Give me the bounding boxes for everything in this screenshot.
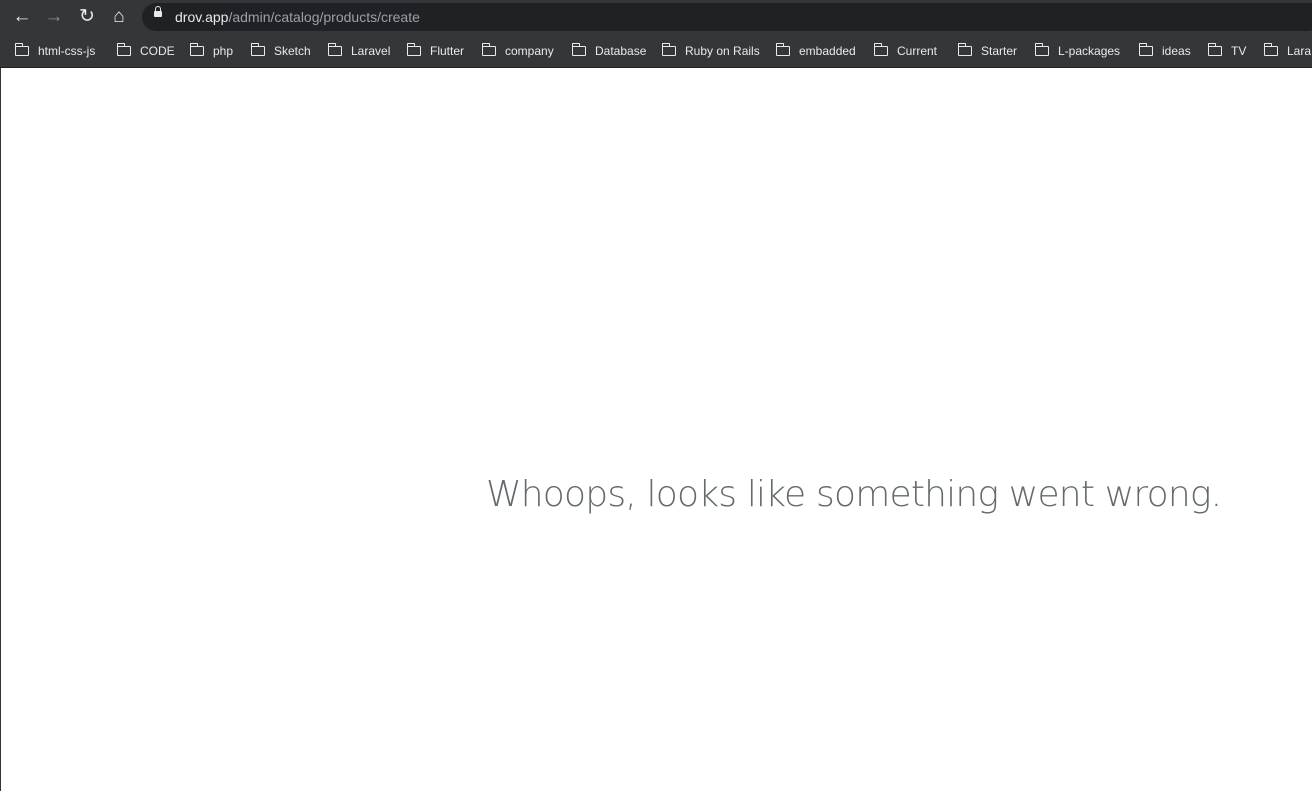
folder-icon (1139, 43, 1153, 56)
bookmark-label: Lara (1287, 44, 1312, 58)
bookmark-label: Sketch (274, 44, 311, 58)
bookmark-label: Laravel (351, 44, 391, 58)
bookmark-label: ideas (1162, 44, 1191, 58)
bookmark-folder[interactable]: Starter (958, 42, 1017, 60)
back-button[interactable]: ← (10, 6, 34, 28)
bookmark-label: Ruby on Rails (685, 44, 760, 58)
bookmark-folder[interactable]: php (190, 42, 233, 60)
folder-icon (482, 43, 496, 56)
lock-icon (154, 6, 162, 17)
folder-icon (15, 43, 29, 56)
bookmark-label: TV (1231, 44, 1247, 58)
url-text[interactable]: drov.app/admin/catalog/products/create (175, 9, 420, 25)
folder-icon (328, 43, 342, 56)
bookmark-folder[interactable]: html-css-js (15, 42, 95, 60)
bookmark-label: Current (897, 44, 938, 58)
address-bar[interactable]: drov.app/admin/catalog/products/create (142, 3, 1312, 31)
bookmark-folder[interactable]: ideas (1139, 42, 1191, 60)
folder-icon (407, 43, 421, 56)
bookmark-folder[interactable]: embadded (776, 42, 856, 60)
bookmark-folder[interactable]: Laravel (328, 42, 390, 60)
window-edge (0, 68, 1, 791)
folder-icon (190, 43, 204, 56)
bookmark-label: Starter (981, 44, 1018, 58)
folder-icon (1264, 43, 1278, 56)
bookmark-folder[interactable]: Flutter (407, 42, 464, 60)
bookmark-folder[interactable]: L-packages (1035, 42, 1120, 60)
bookmark-folder[interactable]: CODE (117, 42, 175, 60)
folder-icon (117, 43, 131, 56)
home-button[interactable]: ⌂ (107, 6, 131, 28)
folder-icon (958, 43, 972, 56)
bookmark-folder[interactable]: TV (1208, 42, 1246, 60)
bookmark-label: L-packages (1058, 44, 1121, 58)
reload-button[interactable]: ↻ (75, 6, 99, 28)
forward-button[interactable]: → (42, 6, 66, 28)
bookmark-label: company (505, 44, 554, 58)
bookmark-folder[interactable]: Current (874, 42, 937, 60)
bookmark-label: embadded (799, 44, 856, 58)
bookmark-label: html-css-js (38, 44, 96, 58)
bookmarks-bar: html-css-js CODE php Sketch Laravel Flut… (0, 35, 1312, 68)
bookmark-folder[interactable]: Sketch (251, 42, 311, 60)
browser-toolbar: ← → ↻ ⌂ drov.app/admin/catalog/products/… (0, 0, 1312, 35)
folder-icon (662, 43, 676, 56)
folder-icon (874, 43, 888, 56)
folder-icon (1208, 43, 1222, 56)
folder-icon (251, 43, 265, 56)
bookmark-folder[interactable]: Ruby on Rails (662, 42, 760, 60)
url-host: drov.app (175, 9, 229, 25)
bookmark-folder[interactable]: Lara (1264, 42, 1311, 60)
error-message: Whoops, looks like something went wrong. (486, 474, 1222, 515)
folder-icon (1035, 43, 1049, 56)
folder-icon (572, 43, 586, 56)
bookmark-label: Database (595, 44, 647, 58)
bookmark-label: php (213, 44, 234, 58)
bookmark-folder[interactable]: company (482, 42, 554, 60)
bookmark-folder[interactable]: Database (572, 42, 646, 60)
bookmark-label: Flutter (430, 44, 465, 58)
bookmark-label: CODE (140, 44, 175, 58)
folder-icon (776, 43, 790, 56)
url-path: /admin/catalog/products/create (228, 9, 420, 25)
